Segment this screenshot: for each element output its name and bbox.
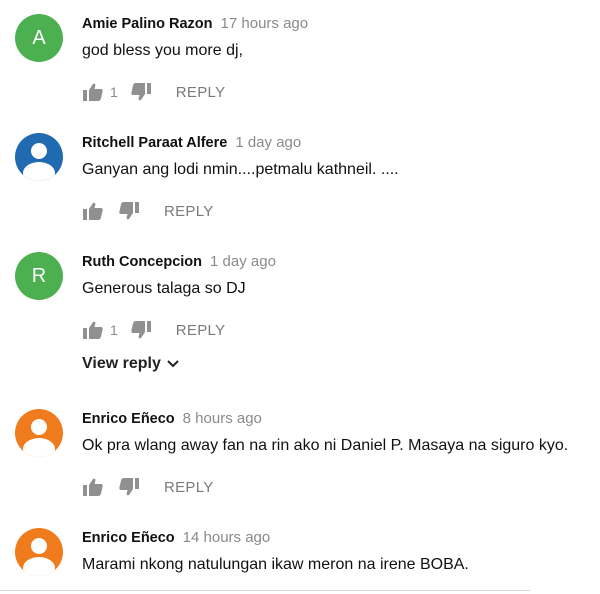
avatar-letter: A bbox=[32, 26, 46, 49]
comment-header: Ritchell Paraat Alfere 1 day ago bbox=[82, 133, 301, 153]
comment-header: Amie Palino Razon 17 hours ago bbox=[82, 14, 308, 34]
reply-button[interactable]: REPLY bbox=[164, 479, 214, 496]
person-icon bbox=[23, 143, 55, 181]
thumb-up-icon[interactable] bbox=[82, 319, 104, 341]
person-icon bbox=[23, 419, 55, 457]
avatar[interactable]: A bbox=[15, 14, 63, 62]
comment-text: Ok pra wlang away fan na rin ako ni Dani… bbox=[82, 437, 569, 454]
like-count: 1 bbox=[110, 322, 118, 338]
comment-item: R Ruth Concepcion 1 day ago Generous tala… bbox=[0, 252, 600, 342]
comment-actions: 1 REPLY bbox=[82, 318, 225, 342]
comment-author[interactable]: Enrico Eñeco bbox=[82, 530, 175, 546]
view-reply-button[interactable]: View reply bbox=[82, 355, 179, 373]
person-icon bbox=[23, 538, 55, 576]
reply-button[interactable]: REPLY bbox=[164, 203, 214, 220]
thumb-down-icon[interactable] bbox=[118, 476, 140, 498]
comment-item: Enrico Eñeco 14 hours ago Marami nkong na… bbox=[0, 528, 600, 588]
like-count: 1 bbox=[110, 84, 118, 100]
avatar[interactable]: R bbox=[15, 252, 63, 300]
avatar[interactable] bbox=[15, 409, 63, 457]
comment-text: Marami nkong natulungan ikaw meron na ir… bbox=[82, 556, 469, 573]
comment-author[interactable]: Ritchell Paraat Alfere bbox=[82, 135, 227, 151]
comment-header: Enrico Eñeco 14 hours ago bbox=[82, 528, 270, 548]
chevron-down-icon bbox=[167, 360, 179, 368]
thumb-up-icon[interactable] bbox=[82, 476, 104, 498]
comment-time[interactable]: 8 hours ago bbox=[183, 410, 262, 427]
comment-actions: REPLY bbox=[82, 475, 214, 499]
thumb-up-icon[interactable] bbox=[82, 81, 104, 103]
comment-text: Generous talaga so DJ bbox=[82, 280, 246, 297]
reply-button[interactable]: REPLY bbox=[176, 322, 226, 339]
comment-time[interactable]: 17 hours ago bbox=[221, 15, 309, 32]
thumb-up-icon[interactable] bbox=[82, 200, 104, 222]
comment-time[interactable]: 14 hours ago bbox=[183, 529, 271, 546]
reply-button[interactable]: REPLY bbox=[176, 84, 226, 101]
comment-author[interactable]: Enrico Eñeco bbox=[82, 411, 175, 427]
comment-header: Enrico Eñeco 8 hours ago bbox=[82, 409, 262, 429]
comment-author[interactable]: Ruth Concepcion bbox=[82, 254, 202, 270]
comment-text: god bless you more dj, bbox=[82, 42, 243, 59]
avatar[interactable] bbox=[15, 528, 63, 576]
avatar-letter: R bbox=[31, 264, 47, 287]
thumb-down-icon[interactable] bbox=[130, 81, 152, 103]
comment-actions: 1 REPLY bbox=[82, 80, 225, 104]
comment-item: Ritchell Paraat Alfere 1 day ago Ganyan a… bbox=[0, 133, 600, 223]
avatar[interactable] bbox=[15, 133, 63, 181]
comment-item: Enrico Eñeco 8 hours ago Ok pra wlang awa… bbox=[0, 409, 600, 499]
thumb-down-icon[interactable] bbox=[118, 200, 140, 222]
view-reply-label: View reply bbox=[82, 355, 161, 372]
comment-time[interactable]: 1 day ago bbox=[235, 134, 301, 151]
comment-actions: REPLY bbox=[82, 199, 214, 223]
comment-author[interactable]: Amie Palino Razon bbox=[82, 16, 213, 32]
comment-item: A Amie Palino Razon 17 hours ago god bles… bbox=[0, 14, 600, 104]
thumb-down-icon[interactable] bbox=[130, 319, 152, 341]
comment-time[interactable]: 1 day ago bbox=[210, 253, 276, 270]
comment-header: Ruth Concepcion 1 day ago bbox=[82, 252, 276, 272]
divider bbox=[0, 590, 530, 591]
comment-text: Ganyan ang lodi nmin....petmalu kathneil… bbox=[82, 161, 399, 178]
